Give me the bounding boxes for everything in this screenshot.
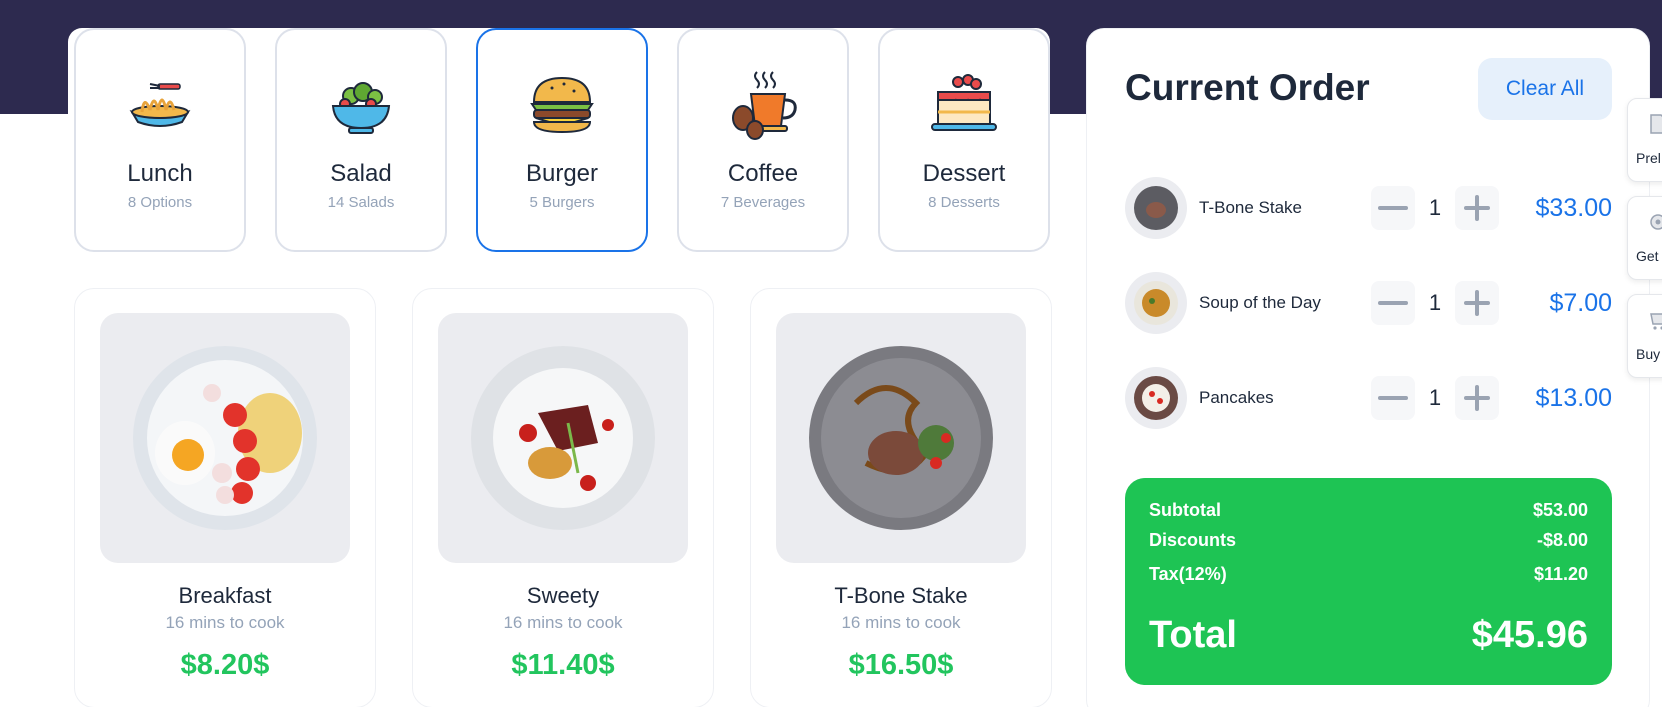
tax-value: $11.20 [1533,564,1588,584]
discounts-value: -$8.00 [1536,530,1588,550]
increase-quantity-button[interactable] [1455,281,1499,325]
current-order-panel: Current Order Clear All T-Bone Stake 1 $… [1086,28,1650,707]
product-price: $11.40$ [511,649,615,681]
order-item-price: $7.00 [1549,288,1612,317]
category-name: Burger [525,160,599,187]
discounts-label: Discounts [1149,530,1237,550]
category-salad[interactable]: Salad 14 Salads [275,28,447,252]
total-row: Total $45.96 [1149,614,1588,657]
side-tab-label: Prel [1636,150,1661,166]
order-item: Soup of the Day 1 $7.00 [1125,272,1612,334]
coffee-cup-icon [732,71,797,140]
order-item-quantity: 1 [1428,195,1442,220]
order-item-name: Pancakes [1199,388,1274,407]
plus-icon [1464,290,1490,316]
side-tab-get[interactable]: Get [1627,196,1662,280]
product-card[interactable]: Breakfast 16 mins to cook $8.20$ [74,288,376,707]
order-item-name: Soup of the Day [1199,293,1321,312]
product-cook-time: 16 mins to cook [165,613,285,632]
discounts-row: Discounts -$8.00 [1149,530,1588,551]
category-count: 14 Salads [327,194,395,211]
steak-plate-icon [809,346,993,530]
category-name: Lunch [127,160,193,187]
subtotal-value: $53.00 [1532,500,1588,520]
product-name: Sweety [526,583,600,608]
minus-icon [1378,396,1408,400]
product-list: Breakfast 16 mins to cook $8.20$ Sweety … [74,288,1052,707]
side-tab-label: Get [1636,248,1659,264]
product-name: T-Bone Stake [834,583,968,608]
order-item-name: T-Bone Stake [1199,198,1303,217]
plus-icon [1464,195,1490,221]
category-name: Coffee [727,160,799,187]
category-name: Dessert [922,160,1006,187]
category-lunch[interactable]: Lunch 8 Options [74,28,246,252]
product-price: $8.20$ [180,649,270,681]
decrease-quantity-button[interactable] [1371,186,1415,230]
category-count: 5 Burgers [529,194,595,211]
product-image [438,313,688,563]
product-price: $16.50$ [848,649,954,681]
order-item-thumbnail [1125,177,1187,239]
category-count: 7 Beverages [720,194,806,211]
order-summary: Subtotal $53.00 Discounts -$8.00 Tax(12%… [1125,478,1612,685]
category-list: Lunch 8 Options Salad 14 Salads Burger 5… [74,28,1050,252]
side-tab-label: Buy [1636,346,1661,362]
product-image [100,313,350,563]
order-item: Pancakes 1 $13.00 [1125,367,1612,429]
product-cook-time: 16 mins to cook [841,613,961,632]
order-item-quantity: 1 [1428,385,1442,410]
minus-icon [1378,206,1408,210]
cake-icon [931,74,997,131]
decrease-quantity-button[interactable] [1371,376,1415,420]
order-item: T-Bone Stake 1 $33.00 [1125,177,1612,239]
side-tab-preview[interactable]: Prel [1627,98,1662,182]
product-card[interactable]: T-Bone Stake 16 mins to cook $16.50$ [750,288,1052,707]
tax-row: Tax(12%) $11.20 [1149,564,1588,585]
salad-bowl-icon [331,82,391,134]
product-name: Breakfast [178,583,272,608]
order-item-thumbnail [1125,272,1187,334]
order-item-list: T-Bone Stake 1 $33.00 Soup of the Day 1 … [1125,177,1612,462]
soup-thumb-icon [1134,281,1178,325]
category-count: 8 Options [127,194,193,211]
category-count: 8 Desserts [928,194,1000,211]
increase-quantity-button[interactable] [1455,186,1499,230]
pancakes-thumb-icon [1134,376,1178,420]
steak-thumb-icon [1134,186,1178,230]
minus-icon [1378,301,1408,305]
category-coffee[interactable]: Coffee 7 Beverages [677,28,849,252]
tax-label: Tax(12%) [1149,564,1227,584]
document-icon [1650,114,1662,134]
burger-icon [530,76,594,134]
gear-icon [1650,214,1662,230]
subtotal-row: Subtotal $53.00 [1149,500,1588,521]
noodles-icon [129,83,191,127]
total-value: $45.96 [1471,614,1588,656]
order-item-price: $33.00 [1535,193,1612,222]
cart-icon [1650,313,1662,330]
side-tab-buy[interactable]: Buy [1627,294,1662,378]
category-dessert[interactable]: Dessert 8 Desserts [878,28,1050,252]
category-name: Salad [330,160,392,187]
order-item-thumbnail [1125,367,1187,429]
clear-all-button[interactable]: Clear All [1478,58,1612,120]
breakfast-plate-icon [133,346,317,530]
order-item-price: $13.00 [1535,383,1612,412]
plus-icon [1464,385,1490,411]
increase-quantity-button[interactable] [1455,376,1499,420]
subtotal-label: Subtotal [1149,500,1221,520]
decrease-quantity-button[interactable] [1371,281,1415,325]
order-item-quantity: 1 [1428,290,1442,315]
total-label: Total [1149,614,1237,656]
product-cook-time: 16 mins to cook [503,613,623,632]
order-title: Current Order [1125,67,1370,108]
product-image [776,313,1026,563]
product-card[interactable]: Sweety 16 mins to cook $11.40$ [412,288,714,707]
sweety-plate-icon [471,346,655,530]
category-burger[interactable]: Burger 5 Burgers [476,28,648,252]
